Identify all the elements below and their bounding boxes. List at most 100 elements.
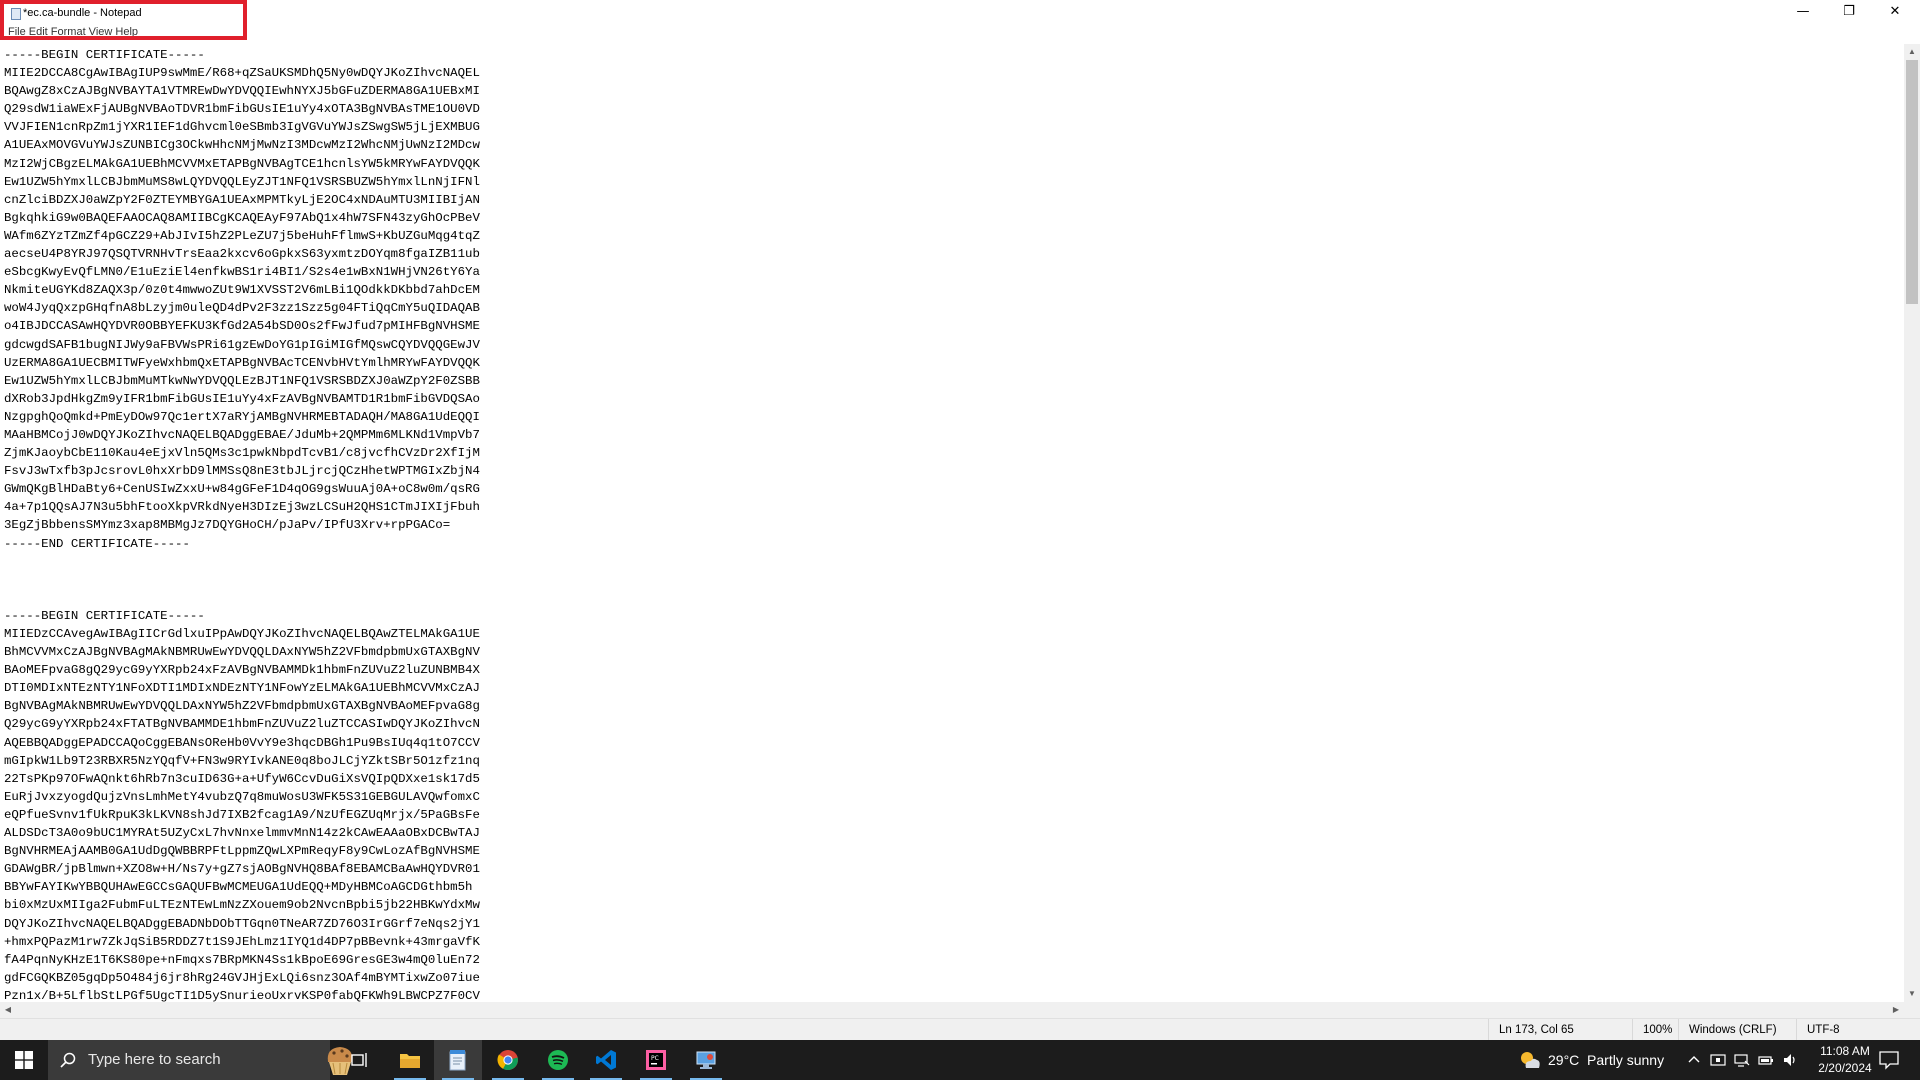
certificate-data-line[interactable]: Q29ycG9yYXRpb24xFTATBgNVBAMMDE1hbmFnZUVu…	[4, 715, 480, 733]
certificate-data-line[interactable]: Ew1UZW5hYmxlLCBJbmMuMTkwNwYDVQQLEzBJT1NF…	[4, 372, 480, 390]
certificate-data-line[interactable]: NzgpghQoQmkd+PmEyDOw97Qc1ertX7aRYjAMBgNV…	[4, 408, 480, 426]
vscode-icon	[596, 1050, 616, 1070]
certificate-data-line[interactable]: DQYJKoZIhvcNAQELBQADggEBADNbDObTTGqn0TNe…	[4, 915, 480, 933]
blank-line[interactable]	[4, 553, 480, 571]
notifications-icon[interactable]	[1878, 1050, 1900, 1070]
certificate-data-line[interactable]: Q29sdW1iaWExFjAUBgNVBAoTDVR1bmFibGUsIE1u…	[4, 100, 480, 118]
vertical-scrollbar[interactable]: ▲ ▼	[1904, 44, 1920, 1002]
certificate-data-line[interactable]: 4a+7p1QQsAJ7N3u5bhFtooXkpVRkdNyeH3DIzEj3…	[4, 498, 480, 516]
vertical-scroll-thumb[interactable]	[1906, 60, 1918, 304]
certificate-data-line[interactable]: aecseU4P8YRJ97QSQTVRNHvTrsEaa2kxcv6oGpkx…	[4, 245, 480, 263]
certificate-data-line[interactable]: AQEBBQADggEPADCCAQoCggEBANsOReHb0VvY9e3h…	[4, 734, 480, 752]
certificate-data-line[interactable]: eSbcgKwyEvQfLMN0/E1uEziEl4enfkwBS1ri4BI1…	[4, 263, 480, 281]
task-view-button[interactable]	[336, 1040, 384, 1080]
menu-bar[interactable]: File Edit Format View Help	[8, 26, 138, 36]
file-explorer-icon	[400, 1054, 420, 1068]
certificate-data-line[interactable]: BhMCVVMxCzAJBgNVBAgMAkNBMRUwEwYDVQQLDAxN…	[4, 643, 480, 661]
certificate-data-line[interactable]: o4IBJDCCASAwHQYDVR0OBBYEFKU3KfGd2A54bSD0…	[4, 317, 480, 335]
certificate-data-line[interactable]: woW4JyqQxzpGHqfnA8bLzyjm0uleQD4dPv2F3zz1…	[4, 299, 480, 317]
show-hidden-icons-chevron-icon[interactable]	[1686, 1052, 1702, 1068]
certificate-data-line[interactable]: gdFCGQKBZ05gqDp5O484j6jr8hRg24GVJHjExLQi…	[4, 969, 480, 987]
scroll-right-arrow-icon[interactable]: ▶	[1888, 1002, 1904, 1018]
file-explorer-button[interactable]	[386, 1040, 434, 1080]
certificate-data-line[interactable]: DTI0MDIxNTEzNTY1NFoXDTI1MDIxNDEzNTY1NFow…	[4, 679, 480, 697]
certificate-data-line[interactable]: Ew1UZW5hYmxlLCBJbmMuMS8wLQYDVQQLEyZJT1NF…	[4, 173, 480, 191]
jetbrains-button[interactable]: PC	[632, 1040, 680, 1080]
encoding: UTF-8	[1796, 1019, 1920, 1041]
certificate-data-line[interactable]: BgkqhkiG9w0BAQEFAAOCAQ8AMIIBCgKCAQEAyF97…	[4, 209, 480, 227]
vscode-button[interactable]	[582, 1040, 630, 1080]
search-placeholder[interactable]: Type here to search	[88, 1051, 221, 1068]
certificate-data-line[interactable]: MIIEDzCCAvegAwIBAgIICrGdlxuIPpAwDQYJKoZI…	[4, 625, 480, 643]
chrome-button[interactable]	[484, 1040, 532, 1080]
jetbrains-icon: PC	[646, 1050, 666, 1070]
horizontal-scrollbar[interactable]: ◀ ▶	[0, 1002, 1904, 1018]
minimize-button[interactable]: —	[1780, 0, 1826, 22]
certificate-data-line[interactable]: 3EgZjBbbensSMYmz3xap8MBMgJz7DQYGHoCH/pJa…	[4, 516, 480, 534]
certificate-data-line[interactable]: BAoMEFpvaG8gQ29ycG9yYXRpb24xFzAVBgNVBAMM…	[4, 661, 480, 679]
certificate-begin-line[interactable]: -----BEGIN CERTIFICATE-----	[4, 46, 480, 64]
volume-icon[interactable]	[1782, 1052, 1798, 1068]
certificate-data-line[interactable]: gdcwgdSAFB1bugNIJWy9aFBVWsPRi61gzEwDoYG1…	[4, 336, 480, 354]
close-button[interactable]: ✕	[1872, 0, 1918, 22]
certificate-data-line[interactable]: MAaHBMCojJ0wDQYJKoZIhvcNAQELBQADggEBAE/J…	[4, 426, 480, 444]
certificate-data-line[interactable]: fA4PqnNyKHzE1T6KS80pe+nFmqxs7BRpMKN4Ss1k…	[4, 951, 480, 969]
certificate-data-line[interactable]: VVJFIEN1cnRpZm1jYXR1IEF1dGhvcml0eSBmb3Ig…	[4, 118, 480, 136]
certificate-data-line[interactable]: bi0xMzUxMIIga2FubmFuLTEzNTEwLmNzZXouem9o…	[4, 896, 480, 914]
certificate-data-line[interactable]: +hmxPQPazM1rw7ZkJqSiB5RDDZ7t1S9JEhLmz1IY…	[4, 933, 480, 951]
scroll-left-arrow-icon[interactable]: ◀	[0, 1002, 16, 1018]
search-icon	[60, 1052, 76, 1068]
certificate-data-line[interactable]: FsvJ3wTxfb3pJcsrovL0hxXrbD9lMMSsQ8nE3tbJ…	[4, 462, 480, 480]
taskbar-search[interactable]: Type here to search	[48, 1040, 353, 1080]
title-bar: — ❐ ✕	[0, 0, 1920, 22]
certificate-data-line[interactable]: BBYwFAYIKwYBBQUHAwEGCCsGAQUFBwMCMEUGA1Ud…	[4, 878, 480, 896]
notepad-taskbar-button[interactable]	[434, 1040, 482, 1080]
certificate-data-line[interactable]: BgNVHRMEAjAAMB0GA1UdDgQWBBRPFtLppmZQwLXP…	[4, 842, 480, 860]
certificate-data-line[interactable]: GWmQKgBlHDaBty6+CenUSIwZxxU+w84gGFeF1D4q…	[4, 480, 480, 498]
maximize-button[interactable]: ❐	[1826, 0, 1872, 22]
blank-line[interactable]	[4, 589, 480, 607]
certificate-data-line[interactable]: WAfm6ZYzTZmZf4pGCZ29+AbJIvI5hZ2PLeZU7j5b…	[4, 227, 480, 245]
svg-text:PC: PC	[651, 1055, 659, 1062]
certificate-data-line[interactable]: mGIpkW1Lb9T23RBXR5NzYQqfV+FN3w9RYIvkANE0…	[4, 752, 480, 770]
certificate-data-line[interactable]: eQPfueSvnv1fUkRpuK3kLKVN8shJd7IXB2fcag1A…	[4, 806, 480, 824]
certificate-data-line[interactable]: GDAWgBR/jpBlmwn+XZO8w+H/Ns7y+gZ7sjAOBgNV…	[4, 860, 480, 878]
certificate-data-line[interactable]: cnZlciBDZXJ0aWZpY2F0ZTEYMBYGA1UEAxMPMTky…	[4, 191, 480, 209]
certificate-data-line[interactable]: NkmiteUGYKd8ZAQX3p/0z0t4mwwoZUt9W1XVSST2…	[4, 281, 480, 299]
start-button[interactable]	[0, 1040, 48, 1080]
battery-icon[interactable]	[1758, 1052, 1774, 1068]
blank-line[interactable]	[4, 571, 480, 589]
spotify-icon	[548, 1050, 568, 1070]
certificate-data-line[interactable]: UzERMA8GA1UECBMITWFyeWxhbmQxETAPBgNVBAcT…	[4, 354, 480, 372]
certificate-end-line[interactable]: -----END CERTIFICATE-----	[4, 535, 480, 553]
certificate-data-line[interactable]: EuRjJvxzyogdQujzVnsLmhMetY4vubzQ7q8muWos…	[4, 788, 480, 806]
scroll-down-arrow-icon[interactable]: ▼	[1904, 986, 1920, 1002]
network-icon[interactable]	[1734, 1052, 1750, 1068]
taskbar: Type here to search PC 29°C Partly sunny…	[0, 1040, 1920, 1080]
clock-time: 11:08 AM	[1820, 1044, 1870, 1058]
certificate-begin-line[interactable]: -----BEGIN CERTIFICATE-----	[4, 607, 480, 625]
certificate-data-line[interactable]: MzI2WjCBgzELMAkGA1UEBhMCVVMxETAPBgNVBAgT…	[4, 155, 480, 173]
line-endings: Windows (CRLF)	[1678, 1019, 1808, 1041]
certificate-data-line[interactable]: BQAwgZ8xCzAJBgNVBAYTA1VTMREwDwYDVQQIEwhN…	[4, 82, 480, 100]
certificate-data-line[interactable]: dXRob3JpdHkgZm9yIFR1bmFibGUsIE1uYy4xFzAV…	[4, 390, 480, 408]
editor-content[interactable]: -----BEGIN CERTIFICATE----- MIIE2DCCA8CgA…	[4, 46, 480, 1002]
chrome-icon	[497, 1050, 518, 1070]
certificate-data-line[interactable]: ZjmKJaoybCbE110Kau4eEjxVln5QMs3c1pwkNbpd…	[4, 444, 480, 462]
clock-date: 2/20/2024	[1818, 1061, 1872, 1075]
certificate-data-line[interactable]: ALDSDcT3A0o9bUC1MYRAt5UZyCxL7hvNnxelmmvM…	[4, 824, 480, 842]
weather-text: 29°C Partly sunny	[1548, 1052, 1665, 1068]
clock[interactable]: 11:08 AM 2/20/2024	[1800, 1043, 1890, 1077]
remote-desktop-button[interactable]	[682, 1040, 730, 1080]
certificate-data-line[interactable]: BgNVBAgMAkNBMRUwEwYDVQQLDAxNYW5hZ2VFbmdp…	[4, 697, 480, 715]
certificate-data-line[interactable]: Pzn1x/B+5LflbStLPGf5UgcTI1D5ySnurieoUxrv…	[4, 987, 480, 1002]
security-icon[interactable]	[1710, 1052, 1726, 1068]
certificate-data-line[interactable]: A1UEAxMOVGVuYWJsZUNBICg3OCkwHhcNMjMwNzI3…	[4, 136, 480, 154]
certificate-data-line[interactable]: MIIE2DCCA8CgAwIBAgIUP9swMmE/R68+qZSaUKSM…	[4, 64, 480, 82]
certificate-data-line[interactable]: 22TsPKp97OFwAQnkt6hRb7n3cuID63G+a+UfyW6C…	[4, 770, 480, 788]
partly-sunny-icon	[1521, 1052, 1540, 1068]
scroll-up-arrow-icon[interactable]: ▲	[1904, 44, 1920, 60]
spotify-button[interactable]	[534, 1040, 582, 1080]
weather-widget[interactable]: 29°C Partly sunny	[1518, 1040, 1664, 1080]
text-editor[interactable]: -----BEGIN CERTIFICATE----- MIIE2DCCA8CgA…	[0, 44, 1904, 1002]
